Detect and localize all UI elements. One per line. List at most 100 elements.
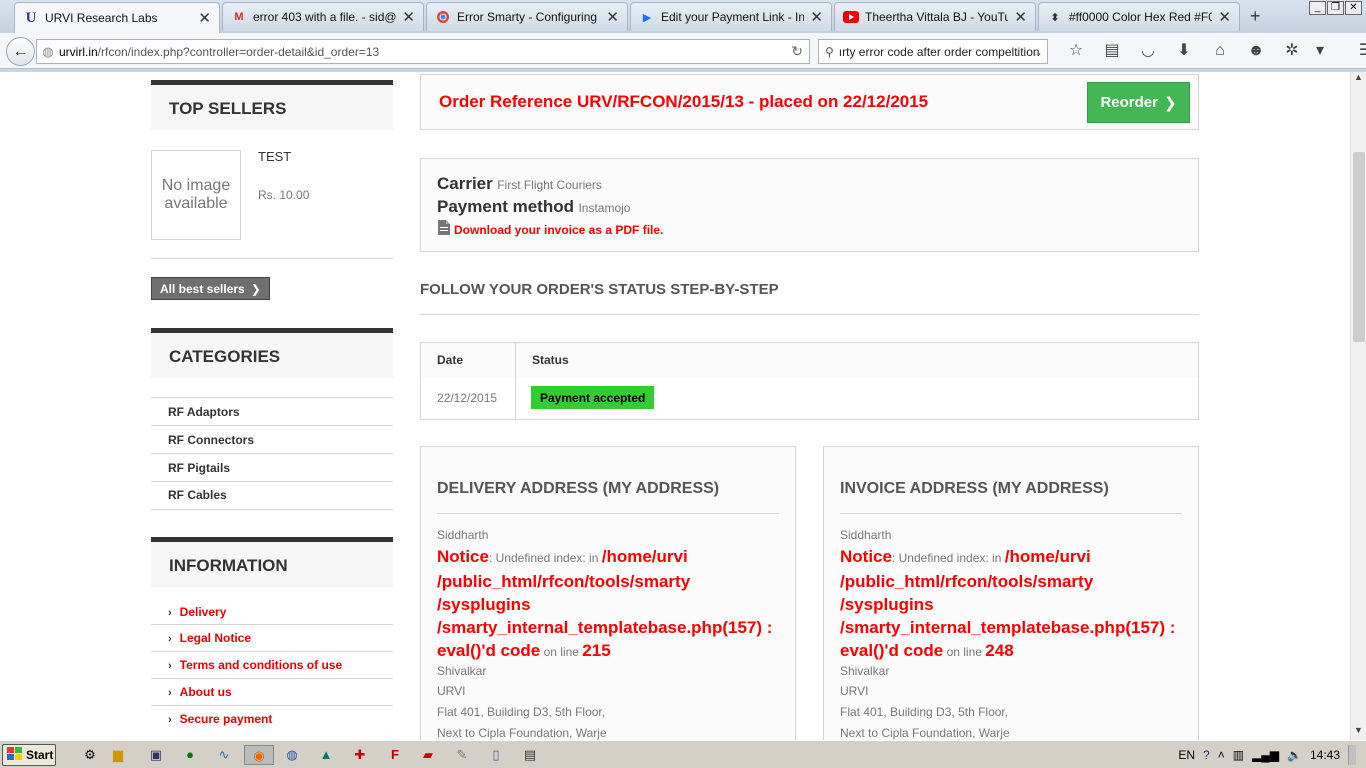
- info-link-delivery[interactable]: › Delivery: [168, 605, 226, 619]
- signal-icon[interactable]: ▂▄▆: [1252, 748, 1279, 762]
- search-input[interactable]: ⚲ ırty error code after order compeltiti…: [818, 39, 1048, 64]
- category-rf-pigtails[interactable]: RF Pigtails: [168, 461, 230, 475]
- download-icon[interactable]: ⬇: [1166, 41, 1202, 61]
- info-link-legal-notice[interactable]: › Legal Notice: [168, 631, 251, 645]
- divider: [151, 481, 393, 482]
- taskbar: Start ⚙ ▆ ▣ ● ∿ ◉ ◍ ▲ ✚ F ▰ ✎ ▯ ▤ EN ? ˄…: [0, 740, 1366, 768]
- tab-error-smarty[interactable]: Error Smarty - Configuring a… ✕: [426, 2, 628, 31]
- category-rf-connectors[interactable]: RF Connectors: [168, 433, 254, 447]
- firefox-icon[interactable]: ◉: [244, 745, 274, 765]
- tab-title: Theertha Vittala BJ - YouTube: [865, 10, 1008, 24]
- reload-icon[interactable]: ↻: [791, 43, 803, 60]
- delivery-line: Flat 401, Building D3, 5th Floor,: [437, 705, 606, 719]
- tab-youtube[interactable]: Theertha Vittala BJ - YouTube ✕: [834, 2, 1036, 31]
- chevron-right-icon: ›: [168, 607, 172, 619]
- divider: [151, 624, 393, 625]
- acrobat-icon[interactable]: ▰: [418, 745, 438, 765]
- chevron-right-icon: ›: [168, 714, 172, 726]
- start-button[interactable]: Start: [2, 744, 56, 766]
- category-rf-adaptors[interactable]: RF Adaptors: [168, 405, 240, 419]
- header-status: Status: [532, 353, 569, 367]
- notepad-icon[interactable]: ▤: [520, 745, 540, 765]
- url-bar[interactable]: ◍ urvirl.in/rfcon/index.php?controller=o…: [36, 39, 810, 64]
- help-icon[interactable]: ?: [1203, 748, 1210, 762]
- vertical-scrollbar[interactable]: ▲ ▼: [1350, 72, 1366, 740]
- chart-app-icon[interactable]: ∿: [214, 745, 234, 765]
- tab-colorhex[interactable]: ⬍ #ff0000 Color Hex Red #F00 ✕: [1038, 2, 1240, 31]
- close-icon[interactable]: ✕: [1218, 8, 1231, 26]
- delivery-address-box: DELIVERY ADDRESS (MY ADDRESS) Siddharth …: [420, 446, 796, 740]
- reading-list-icon[interactable]: ▤: [1094, 41, 1130, 61]
- info-link-secure-payment[interactable]: › Secure payment: [168, 712, 272, 726]
- home-icon[interactable]: ⌂: [1202, 41, 1238, 61]
- close-icon[interactable]: ✕: [198, 9, 211, 27]
- file-icon: [437, 219, 451, 241]
- divider: [151, 258, 393, 259]
- visual-studio-icon[interactable]: ▣: [146, 745, 166, 765]
- chevron-right-icon: ❯: [250, 281, 261, 296]
- chat-icon[interactable]: ☻: [1238, 41, 1274, 61]
- payment-row: Payment method Instamojo: [437, 197, 630, 217]
- folder-icon[interactable]: ▆: [108, 745, 128, 765]
- filezilla-icon[interactable]: ✚: [350, 745, 370, 765]
- info-link-label: Legal Notice: [179, 631, 252, 645]
- volume-icon[interactable]: 🔈: [1287, 748, 1302, 762]
- close-icon[interactable]: ✕: [1014, 8, 1027, 26]
- categories-title: CATEGORIES: [151, 328, 393, 378]
- window-controls: _ ❐ ✕: [1309, 1, 1362, 15]
- tool-icon[interactable]: ✎: [452, 745, 472, 765]
- search-text: ırty error code after order compeltition: [838, 44, 1040, 59]
- menu-icon[interactable]: ☰: [1348, 41, 1366, 61]
- info-link-terms[interactable]: › Terms and conditions of use: [168, 658, 342, 672]
- scroll-thumb[interactable]: [1353, 152, 1365, 342]
- language-indicator[interactable]: EN: [1178, 748, 1195, 762]
- chevron-up-icon[interactable]: ˄: [1218, 748, 1225, 762]
- ftp-icon[interactable]: F: [385, 745, 405, 765]
- globe-app-icon[interactable]: ◍: [282, 745, 302, 765]
- chevron-down-icon[interactable]: ▾: [1310, 41, 1330, 61]
- close-icon[interactable]: ✕: [402, 8, 415, 26]
- gmail-icon: M: [234, 11, 244, 23]
- tab-instamojo[interactable]: ▶ Edit your Payment Link - Ins… ✕: [630, 2, 832, 31]
- info-link-label: Delivery: [179, 605, 227, 619]
- close-window-icon[interactable]: ✕: [1345, 1, 1362, 15]
- tab-title: error 403 with a file. - sid@u…: [253, 10, 397, 24]
- product-image-placeholder[interactable]: No image available: [151, 150, 241, 240]
- close-icon[interactable]: ✕: [606, 8, 619, 26]
- extension-icon[interactable]: ✲: [1274, 41, 1310, 61]
- pocket-icon[interactable]: ◡: [1130, 41, 1166, 61]
- green-app-icon[interactable]: ●: [180, 745, 200, 765]
- invoice-address-title: INVOICE ADDRESS (MY ADDRESS): [840, 480, 1109, 497]
- window-app-icon[interactable]: ▯: [486, 745, 506, 765]
- clock[interactable]: 14:43: [1310, 748, 1340, 762]
- scroll-down-icon[interactable]: ▼: [1351, 725, 1366, 740]
- back-button[interactable]: ←: [6, 37, 35, 66]
- new-tab-icon[interactable]: +: [1250, 6, 1261, 27]
- reorder-button[interactable]: Reorder ❯: [1087, 82, 1190, 123]
- scroll-up-icon[interactable]: ▲: [1351, 72, 1366, 87]
- category-rf-cables[interactable]: RF Cables: [168, 488, 227, 502]
- network-app-icon[interactable]: ⚙: [80, 745, 100, 765]
- all-best-sellers-button[interactable]: All best sellers ❯: [151, 277, 270, 300]
- divider: [151, 678, 393, 679]
- invoice-notice: Notice: Undefined index: in /home/urvi /…: [840, 545, 1190, 664]
- bookmark-star-icon[interactable]: ☆: [1058, 41, 1094, 61]
- restore-icon[interactable]: ❐: [1327, 1, 1344, 15]
- divider: [437, 513, 779, 514]
- matlab-icon[interactable]: ▲: [316, 745, 336, 765]
- carrier-row: Carrier First Flight Couriers: [437, 174, 602, 194]
- search-go-icon[interactable]: →: [1031, 45, 1043, 59]
- status-badge: Payment accepted: [531, 386, 655, 409]
- show-desktop-button[interactable]: [1348, 745, 1356, 765]
- close-icon[interactable]: ✕: [810, 8, 823, 26]
- delivery-line: Shivalkar: [437, 664, 487, 678]
- minimize-icon[interactable]: _: [1309, 1, 1326, 15]
- tab-urvi[interactable]: U URVI Research Labs ✕: [14, 2, 220, 33]
- all-best-sellers-label: All best sellers: [160, 281, 245, 296]
- tab-gmail[interactable]: M error 403 with a file. - sid@u… ✕: [222, 2, 424, 31]
- network-icon[interactable]: ▥: [1233, 748, 1244, 762]
- info-link-about-us[interactable]: › About us: [168, 685, 232, 699]
- invoice-link[interactable]: Download your invoice as a PDF file.: [437, 219, 663, 241]
- payment-label: Payment method: [437, 197, 574, 216]
- product-name[interactable]: TEST: [258, 149, 291, 164]
